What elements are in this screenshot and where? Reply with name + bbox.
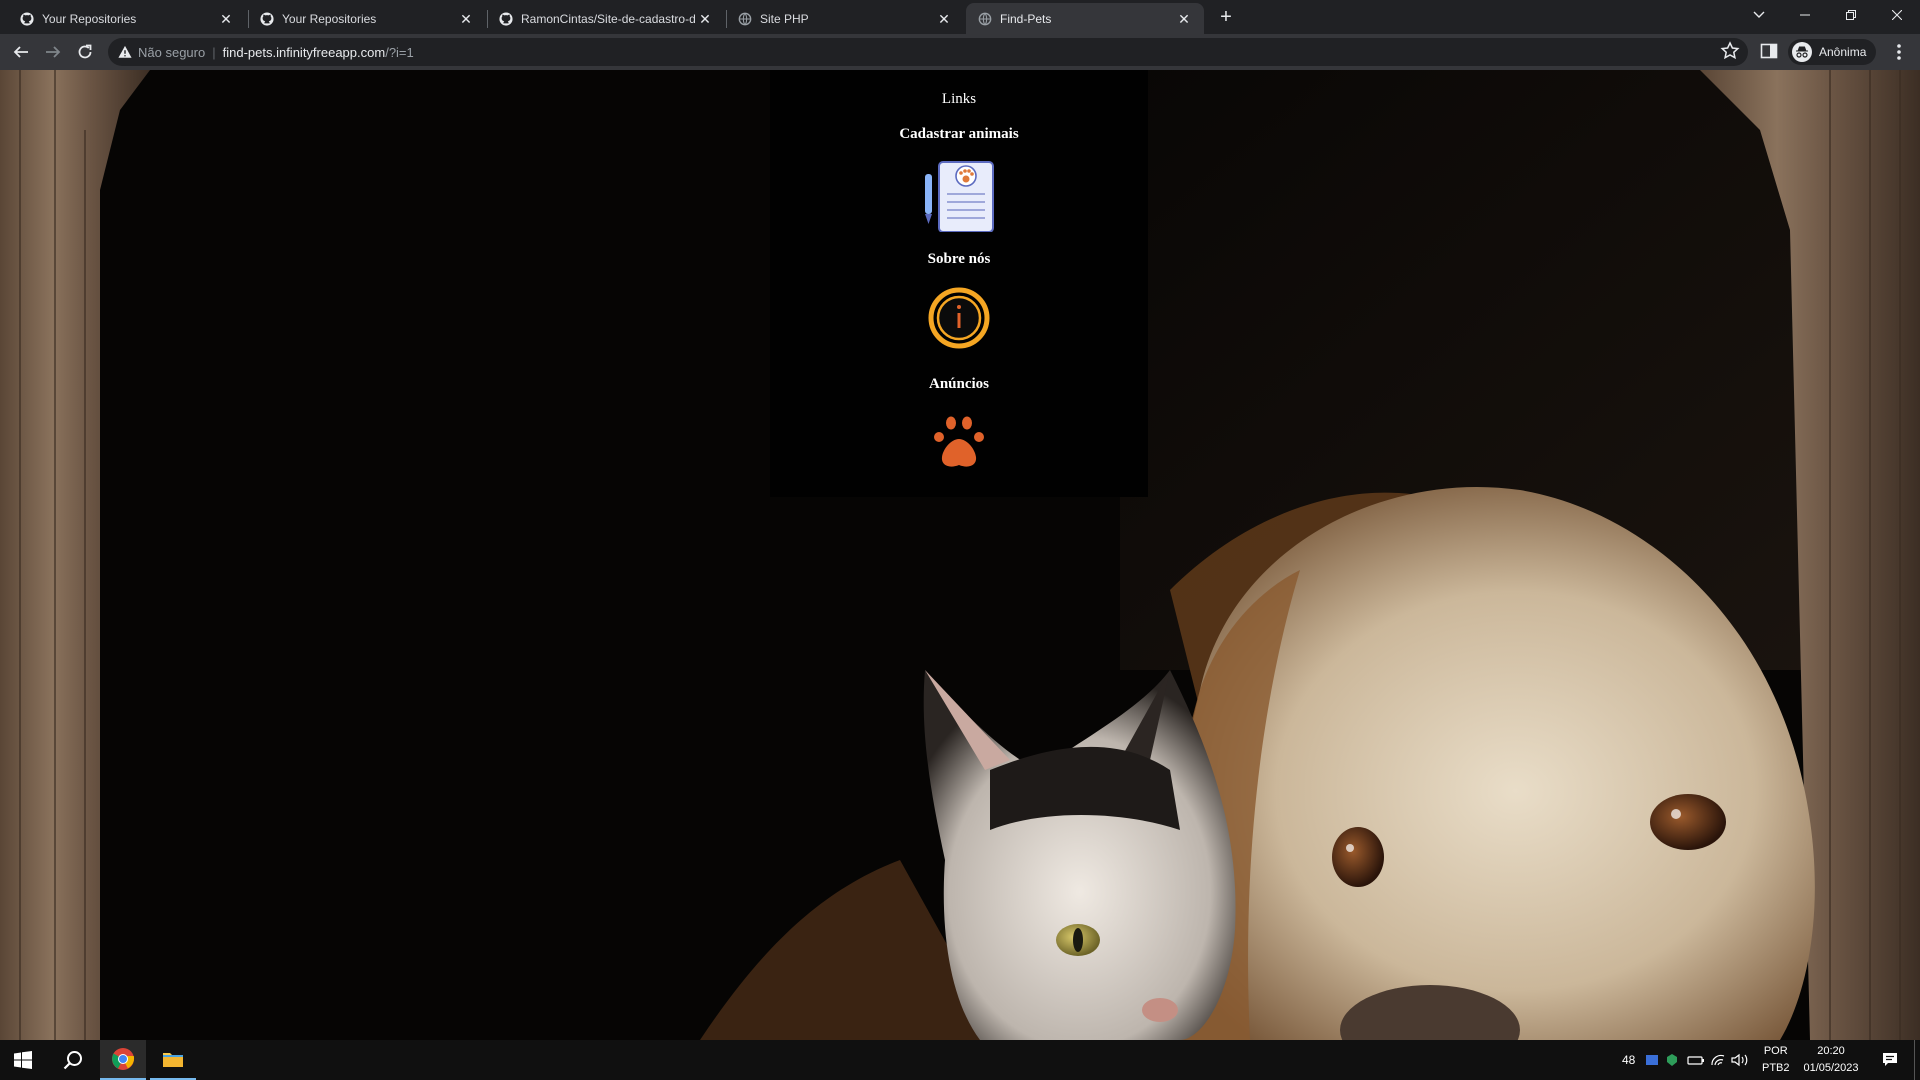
security-status: Não seguro [138,44,206,60]
clock-date: 01/05/2023 [1803,1062,1859,1074]
chevron-down-icon [1753,11,1765,18]
incognito-profile-button[interactable]: Anônima [1788,39,1877,65]
volume-icon [1731,1053,1748,1067]
register-form-icon[interactable] [923,160,995,233]
tray-count[interactable]: 48 [1622,1040,1635,1080]
address-bar[interactable]: Não seguro | find-pets.infinityfreeapp.c… [108,38,1748,66]
kebab-menu-icon[interactable] [1890,42,1908,62]
minimize-icon [1800,14,1810,16]
tab-site-php[interactable]: Site PHP ✕ [726,3,964,34]
side-panel-icon[interactable] [1760,42,1778,60]
shield-icon [1667,1054,1677,1066]
input-language[interactable]: POR PTB2 [1762,1043,1790,1077]
restore-button[interactable] [1828,0,1874,30]
globe-icon [738,12,752,25]
start-button[interactable] [0,1040,46,1080]
address-divider: | [212,44,216,60]
search-icon [63,1051,82,1070]
profile-label: Anônima [1819,45,1867,59]
folder-icon [163,1053,183,1067]
network-app-icon [1646,1055,1658,1065]
close-tab-icon[interactable]: ✕ [1176,11,1192,27]
clock-time: 20:20 [1817,1045,1845,1057]
notification-icon [1883,1053,1897,1066]
language-code: POR [1763,1045,1788,1057]
tab-title: RamonCintas/Site-de-cadastro-d [521,11,696,26]
close-tab-icon[interactable]: ✕ [936,11,952,27]
globe-icon [978,12,992,25]
tab-find-pets[interactable]: Find-Pets ✕ [966,3,1204,34]
taskbar-file-explorer[interactable] [150,1040,196,1080]
tab-your-repositories-2[interactable]: Your Repositories ✕ [248,3,486,34]
battery-icon [1687,1056,1703,1065]
close-window-button[interactable] [1874,0,1920,30]
notifications-button[interactable] [1870,1040,1910,1080]
tab-site-de-cadastro[interactable]: RamonCintas/Site-de-cadastro-d ✕ [487,3,725,34]
arrow-left-icon [13,46,28,58]
show-desktop-button[interactable] [1914,1040,1915,1080]
url-path: /?i=1 [385,44,414,60]
search-button[interactable] [50,1040,96,1080]
links-panel: Links Cadastrar animais Sobre nós Anúnci… [770,70,1148,497]
links-heading: Links [941,91,977,107]
tab-title: Your Repositories [282,11,377,26]
chrome-icon [112,1048,135,1070]
browser-toolbar: Não seguro | find-pets.infinityfreeapp.c… [0,34,1920,70]
restore-icon [1846,10,1856,20]
github-icon [260,11,274,26]
tab-title: Site PHP [760,11,809,26]
close-tab-icon[interactable]: ✕ [458,11,474,27]
tab-search-button[interactable] [1736,0,1782,30]
taskbar-chrome[interactable] [100,1040,146,1080]
github-icon [20,11,34,26]
tab-title: Your Repositories [42,11,137,26]
close-icon [1892,10,1902,20]
reload-button[interactable] [73,40,97,64]
link-anuncios[interactable]: Anúncios [770,376,1148,393]
url-host: find-pets.infinityfreeapp.com [222,44,386,60]
tab-your-repositories-1[interactable]: Your Repositories ✕ [8,3,246,34]
github-icon [499,11,513,26]
minimize-button[interactable] [1782,0,1828,30]
keyboard-layout: PTB2 [1762,1062,1790,1074]
bookmark-star-icon[interactable] [1720,41,1740,61]
forward-button[interactable] [41,40,65,64]
tab-strip: Your Repositories ✕ Your Repositories ✕ … [0,0,1920,34]
close-tab-icon[interactable]: ✕ [697,11,713,27]
reload-icon [78,44,92,59]
link-sobre-nos[interactable]: Sobre nós [770,251,1148,268]
back-button[interactable] [9,40,33,64]
close-tab-icon[interactable]: ✕ [218,11,234,27]
link-cadastrar-animais[interactable]: Cadastrar animais [770,126,1148,143]
tab-title: Find-Pets [1000,11,1052,26]
web-page: Links Cadastrar animais Sobre nós Anúnci… [0,70,1920,1040]
incognito-icon [1792,42,1812,62]
system-clock[interactable]: 20:20 01/05/2023 [1800,1043,1862,1077]
wifi-icon [1711,1054,1725,1066]
info-icon[interactable] [928,287,990,349]
tray-icons[interactable] [1644,1040,1752,1080]
windows-logo-icon [14,1051,32,1069]
arrow-right-icon [46,46,61,58]
new-tab-button[interactable]: + [1214,6,1238,30]
warning-icon [118,45,132,58]
windows-taskbar: 48 POR PTB2 20:20 01/05/2023 [0,1040,1920,1080]
paw-icon[interactable] [929,413,989,473]
